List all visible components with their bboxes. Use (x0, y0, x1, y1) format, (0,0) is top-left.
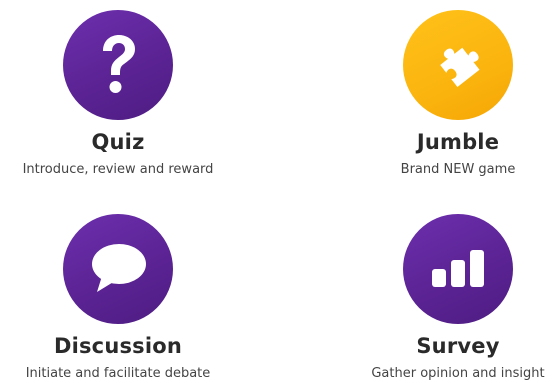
jumble-title: Jumble (416, 130, 500, 154)
jumble-icon-circle (403, 10, 513, 120)
survey-icon-circle (403, 214, 513, 324)
quiz-description: Introduce, review and reward (22, 162, 214, 177)
quiz-tile[interactable]: Quiz Introduce, review and reward (0, 0, 238, 179)
survey-description: Gather opinion and insight (371, 366, 545, 381)
jumble-description: Brand NEW game (400, 162, 516, 177)
discussion-title: Discussion (53, 334, 183, 358)
question-mark-icon (98, 34, 138, 96)
quiz-icon-circle (63, 10, 173, 120)
quiz-title: Quiz (91, 130, 145, 154)
speech-bubble-icon (88, 242, 148, 296)
bar-chart-icon (430, 249, 486, 289)
discussion-tile[interactable]: Discussion Initiate and facilitate debat… (0, 204, 238, 383)
discussion-icon-circle (63, 214, 173, 324)
jumble-tile[interactable]: Jumble Brand NEW game (338, 0, 560, 179)
survey-title: Survey (416, 334, 500, 358)
discussion-description: Initiate and facilitate debate (25, 366, 211, 381)
puzzle-piece-icon (430, 37, 486, 93)
survey-tile[interactable]: Survey Gather opinion and insight (338, 204, 560, 383)
